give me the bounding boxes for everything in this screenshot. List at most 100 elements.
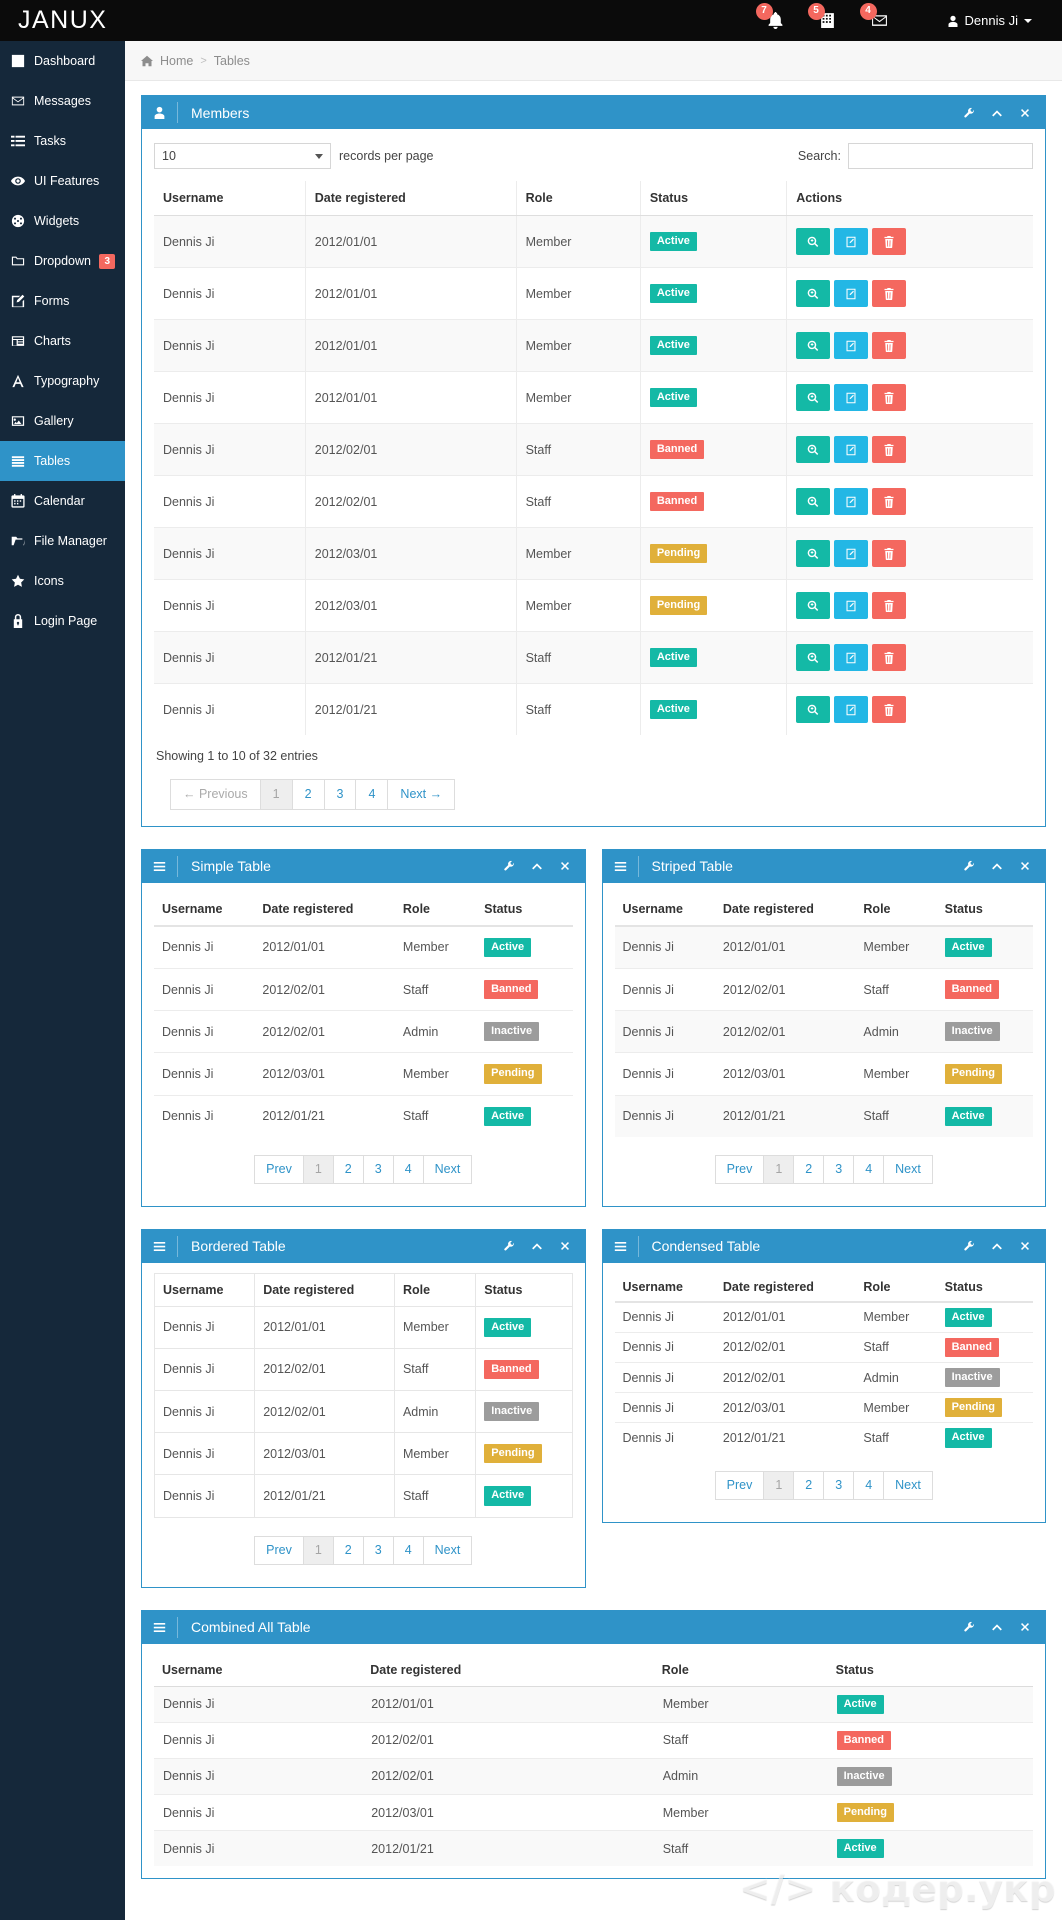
sidebar-item-typography[interactable]: Typography: [0, 361, 125, 401]
pagination-next[interactable]: Next: [884, 1470, 933, 1500]
pagination-next[interactable]: Next: [423, 1154, 473, 1184]
pagination-page-2[interactable]: 2: [333, 1535, 364, 1565]
chevron-up-icon[interactable]: [991, 860, 1003, 872]
view-button[interactable]: [796, 280, 831, 307]
delete-button[interactable]: [872, 696, 907, 723]
pagination-page-3[interactable]: 3: [824, 1154, 855, 1184]
delete-button[interactable]: [872, 540, 907, 567]
table-cell: Dennis Ji: [154, 925, 255, 969]
sidebar-item-calendar[interactable]: Calendar: [0, 481, 125, 521]
notification-chart-button[interactable]: 5: [807, 2, 839, 32]
close-icon[interactable]: [559, 1240, 571, 1252]
close-icon[interactable]: [1019, 1621, 1031, 1633]
status-badge: Banned: [944, 1337, 999, 1358]
delete-button[interactable]: [872, 592, 907, 619]
view-button[interactable]: [796, 228, 831, 255]
sidebar-item-dropdown[interactable]: Dropdown 3: [0, 241, 125, 281]
pagination-page-2[interactable]: 2: [794, 1470, 825, 1500]
edit-button[interactable]: [834, 696, 869, 723]
delete-button[interactable]: [872, 384, 907, 411]
delete-button[interactable]: [872, 280, 907, 307]
chevron-up-icon[interactable]: [531, 1240, 543, 1252]
search-input[interactable]: [848, 143, 1033, 169]
edit-button[interactable]: [834, 384, 869, 411]
sidebar-item-gallery[interactable]: Gallery: [0, 401, 125, 441]
delete-button[interactable]: [872, 436, 907, 463]
chevron-up-icon[interactable]: [531, 860, 543, 872]
delete-button[interactable]: [872, 644, 907, 671]
wrench-icon[interactable]: [963, 1621, 975, 1633]
pagination-page-3[interactable]: 3: [824, 1470, 855, 1500]
pagination-page-3[interactable]: 3: [363, 1154, 394, 1184]
pagination-page-4[interactable]: 4: [356, 779, 389, 810]
pagination-page-2[interactable]: 2: [333, 1154, 364, 1184]
edit-button[interactable]: [834, 436, 869, 463]
edit-button[interactable]: [834, 228, 869, 255]
delete-button[interactable]: [872, 332, 907, 359]
sidebar-item-tables[interactable]: Tables: [0, 441, 125, 481]
pagination-next[interactable]: Next →: [388, 779, 456, 810]
chevron-up-icon[interactable]: [991, 107, 1003, 119]
sidebar-item-login-page[interactable]: Login Page: [0, 601, 125, 641]
table-cell: Dennis Ji: [154, 1721, 363, 1759]
wrench-icon[interactable]: [963, 860, 975, 872]
pagination-page-4[interactable]: 4: [393, 1154, 424, 1184]
sidebar-item-forms[interactable]: Forms: [0, 281, 125, 321]
sidebar-item-widgets[interactable]: Widgets: [0, 201, 125, 241]
pagination-page-3[interactable]: 3: [324, 779, 357, 810]
pagination-page-4[interactable]: 4: [854, 1154, 885, 1184]
delete-button[interactable]: [872, 228, 907, 255]
close-icon[interactable]: [1019, 860, 1031, 872]
delete-button[interactable]: [872, 488, 907, 515]
pagination-page-3[interactable]: 3: [363, 1535, 394, 1565]
pagination-previous[interactable]: Prev: [714, 1154, 765, 1184]
sidebar-item-ui-features[interactable]: UI Features: [0, 161, 125, 201]
brand-logo[interactable]: JANUX: [0, 8, 125, 33]
breadcrumb-home[interactable]: Home: [160, 54, 193, 68]
trash-icon: [884, 287, 894, 300]
close-icon[interactable]: [559, 860, 571, 872]
chevron-up-icon[interactable]: [991, 1240, 1003, 1252]
pagination-page-2[interactable]: 2: [794, 1154, 825, 1184]
pagination-next[interactable]: Next: [423, 1535, 473, 1565]
wrench-icon[interactable]: [963, 1240, 975, 1252]
edit-button[interactable]: [834, 540, 869, 567]
pagination-page-4[interactable]: 4: [393, 1535, 424, 1565]
close-icon[interactable]: [1019, 1240, 1031, 1252]
main-content: Home > Tables Members 10 records per pag…: [125, 41, 1062, 1920]
edit-button[interactable]: [834, 488, 869, 515]
view-button[interactable]: [796, 592, 831, 619]
wrench-icon[interactable]: [503, 860, 515, 872]
view-button[interactable]: [796, 384, 831, 411]
wrench-icon[interactable]: [963, 107, 975, 119]
sidebar-item-icons[interactable]: Icons: [0, 561, 125, 601]
pagination-previous[interactable]: Prev: [254, 1154, 304, 1184]
view-button[interactable]: [796, 644, 831, 671]
view-button[interactable]: [796, 488, 831, 515]
edit-button[interactable]: [834, 644, 869, 671]
notification-bell-button[interactable]: 7: [755, 2, 787, 32]
chevron-up-icon[interactable]: [991, 1621, 1003, 1633]
pagination-previous[interactable]: Prev: [714, 1470, 765, 1500]
sidebar-item-dashboard[interactable]: Dashboard: [0, 41, 125, 81]
view-button[interactable]: [796, 540, 831, 567]
pagination-page-2[interactable]: 2: [292, 779, 325, 810]
wrench-icon[interactable]: [503, 1240, 515, 1252]
pagination-next[interactable]: Next: [884, 1154, 933, 1184]
records-per-page-select[interactable]: 10: [154, 143, 331, 169]
close-icon[interactable]: [1019, 107, 1031, 119]
sidebar-item-tasks[interactable]: Tasks: [0, 121, 125, 161]
view-button[interactable]: [796, 332, 831, 359]
edit-button[interactable]: [834, 280, 869, 307]
edit-button[interactable]: [834, 592, 869, 619]
view-button[interactable]: [796, 436, 831, 463]
sidebar-item-file-manager[interactable]: File Manager: [0, 521, 125, 561]
edit-button[interactable]: [834, 332, 869, 359]
user-menu-button[interactable]: Dennis Ji: [947, 13, 1046, 28]
pagination-page-4[interactable]: 4: [854, 1470, 885, 1500]
notification-mail-button[interactable]: 4: [859, 2, 891, 32]
pagination-previous[interactable]: Prev: [254, 1535, 304, 1565]
sidebar-item-messages[interactable]: Messages: [0, 81, 125, 121]
view-button[interactable]: [796, 696, 831, 723]
sidebar-item-charts[interactable]: Charts: [0, 321, 125, 361]
